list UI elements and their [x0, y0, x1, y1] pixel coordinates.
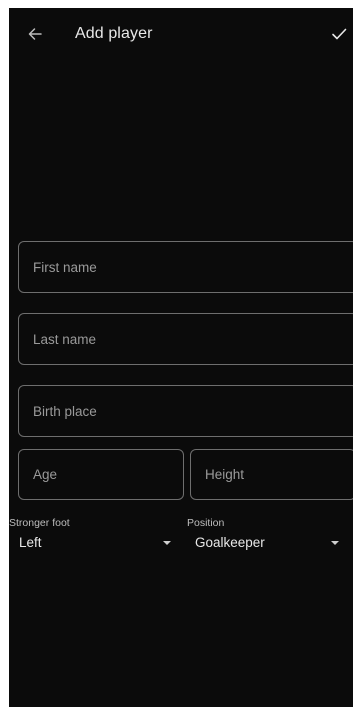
last-name-input[interactable]	[19, 314, 353, 364]
dropdown-arrow-icon	[163, 541, 171, 545]
first-name-input[interactable]	[19, 242, 353, 292]
stronger-foot-value: Left	[19, 535, 42, 550]
dropdown-arrow-icon	[331, 541, 339, 545]
last-name-field[interactable]	[18, 313, 353, 365]
position-label: Position	[187, 517, 225, 529]
app-bar: Add player	[9, 8, 353, 60]
save-button[interactable]	[327, 22, 351, 46]
age-input[interactable]	[19, 450, 183, 499]
age-field[interactable]	[18, 449, 184, 500]
arrow-left-icon	[28, 28, 42, 40]
app-screen: Add player Stronger foot Left Position G…	[9, 8, 353, 707]
position-dropdown[interactable]: Goalkeeper	[195, 533, 341, 555]
height-input[interactable]	[191, 450, 353, 499]
stronger-foot-dropdown[interactable]: Left	[19, 533, 171, 555]
position-value: Goalkeeper	[195, 535, 265, 550]
page-title: Add player	[75, 25, 153, 42]
birth-place-field[interactable]	[18, 385, 353, 437]
stronger-foot-label: Stronger foot	[9, 517, 70, 529]
height-field[interactable]	[190, 449, 353, 500]
birth-place-input[interactable]	[19, 386, 353, 436]
check-icon	[332, 28, 347, 40]
first-name-field[interactable]	[18, 241, 353, 293]
back-button[interactable]	[23, 22, 47, 46]
